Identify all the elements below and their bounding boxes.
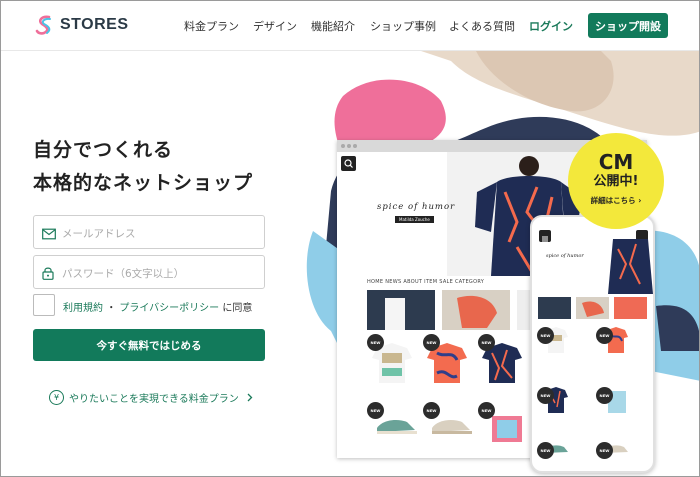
new-badge: NEW (537, 327, 554, 344)
mock-brand-name: spice of humor (377, 202, 456, 212)
cm-badge-subtitle: 公開中! (593, 174, 639, 189)
new-badge: NEW (367, 402, 384, 419)
mock-search-icon (341, 156, 356, 171)
nav-item-faq[interactable]: よくある質問 (449, 18, 515, 34)
password-placeholder: パスワード（6文字以上） (62, 268, 185, 280)
mail-icon (42, 225, 56, 244)
privacy-link[interactable]: プライバシーポリシー (119, 303, 219, 314)
logo-text: STORES (60, 16, 129, 33)
email-field[interactable]: メールアドレス (33, 215, 265, 249)
cm-badge-title: CM (598, 150, 634, 174)
nav-item-cases[interactable]: ショップ事例 (370, 18, 436, 34)
terms-link[interactable]: 利用規約 (63, 303, 103, 314)
cm-badge[interactable]: CM 公開中! 詳細はこちら › (568, 133, 664, 229)
mock-phone-brand: spice of humor (546, 253, 584, 259)
header: STORES 料金プラン デザイン 機能紹介 ショップ事例 よくある質問 ログイ… (1, 1, 699, 51)
terms-suffix: に同意 (222, 303, 253, 314)
new-badge: NEW (596, 327, 613, 344)
open-shop-button[interactable]: ショップ開設 (588, 13, 668, 38)
new-badge: NEW (423, 334, 440, 351)
stores-logo-icon (35, 15, 51, 35)
nav-item-pricing[interactable]: 料金プラン (184, 18, 239, 34)
phone-mockup: spice of humor NEW NEW NEW NEW NEW NEW (530, 215, 655, 473)
new-badge: NEW (478, 334, 495, 351)
terms-text: 利用規約 ・ プライバシーポリシー に同意 (63, 299, 252, 314)
lock-icon (42, 265, 54, 284)
mock-nav: HOME NEWS ABOUT ITEM SALE CATEGORY (367, 279, 485, 285)
new-badge: NEW (596, 442, 613, 459)
page: STORES 料金プラン デザイン 機能紹介 ショップ事例 よくある質問 ログイ… (0, 0, 700, 477)
hero-headline: 自分でつくれる 本格的なネットショップ (33, 134, 253, 200)
hero-illustration: spice of humor Matilda Zouche HOME NEWS … (301, 51, 699, 476)
new-badge: NEW (537, 387, 554, 404)
hero-headline-line2: 本格的なネットショップ (33, 172, 254, 194)
mock-phone-hero (608, 239, 653, 294)
new-badge: NEW (367, 334, 384, 351)
mock-brand-tag: Matilda Zouche (395, 216, 434, 223)
logo[interactable]: STORES (35, 14, 129, 36)
mock-menu-icon (539, 230, 551, 242)
nav-item-features[interactable]: 機能紹介 (311, 18, 355, 34)
new-badge: NEW (478, 402, 495, 419)
pricing-plan-link-text: やりたいことを実現できる料金プラン (69, 394, 239, 405)
nav-item-design[interactable]: デザイン (253, 18, 297, 34)
new-badge: NEW (537, 442, 554, 459)
login-link[interactable]: ログイン (529, 18, 573, 34)
email-placeholder: メールアドレス (62, 228, 136, 240)
cm-badge-link[interactable]: 詳細はこちら › (568, 195, 664, 206)
terms-separator: ・ (106, 303, 117, 314)
agree-checkbox[interactable] (33, 294, 55, 316)
yen-icon: ¥ (49, 390, 64, 405)
hero-headline-line1: 自分でつくれる (33, 139, 174, 161)
new-badge: NEW (596, 387, 613, 404)
pricing-plan-link[interactable]: ¥ やりたいことを実現できる料金プラン (49, 390, 253, 405)
new-badge: NEW (423, 402, 440, 419)
password-field[interactable]: パスワード（6文字以上） (33, 255, 265, 289)
chevron-right-icon (247, 393, 253, 402)
start-free-button[interactable]: 今すぐ無料ではじめる (33, 329, 265, 361)
